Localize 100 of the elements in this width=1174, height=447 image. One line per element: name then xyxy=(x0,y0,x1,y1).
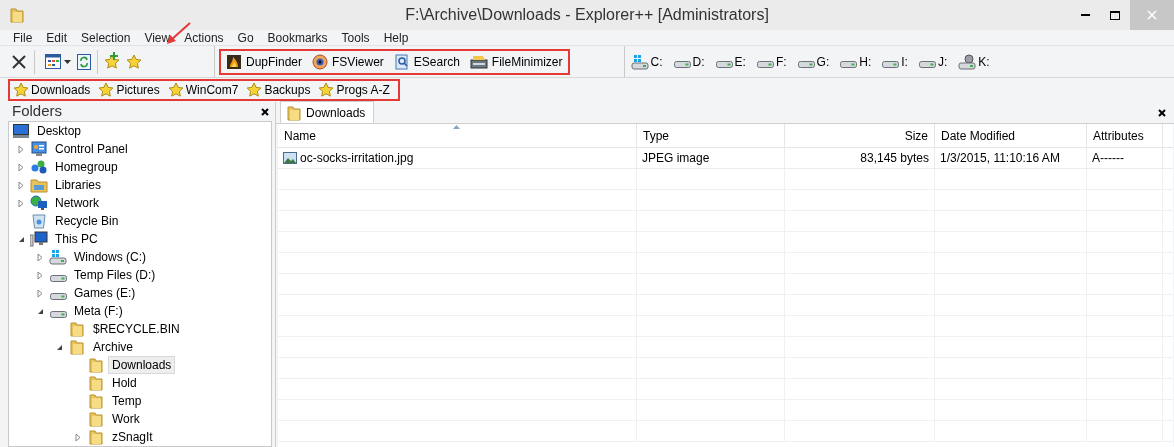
menu-item[interactable]: Actions xyxy=(177,28,231,47)
control-panel-icon xyxy=(31,141,47,157)
bookmark-button[interactable]: Pictures xyxy=(98,81,160,99)
maximize-icon xyxy=(1110,10,1120,20)
drive-button[interactable]: K: xyxy=(958,52,990,71)
folder-icon xyxy=(89,393,103,409)
image-file-icon xyxy=(283,152,297,164)
app-shortcut[interactable]: FSViewer xyxy=(312,52,384,71)
tree-item[interactable]: Control Panel xyxy=(51,140,132,158)
folder-icon xyxy=(287,104,301,121)
tree-item[interactable]: Temp Files (D:) xyxy=(70,266,160,284)
drive-button[interactable]: H: xyxy=(840,52,872,71)
refresh-icon[interactable] xyxy=(77,53,91,70)
menu-item[interactable]: Go xyxy=(230,28,261,47)
app-shortcut[interactable]: FileMinimizer xyxy=(469,52,563,71)
bookmark-button[interactable]: Downloads xyxy=(13,81,91,99)
expand-arrow-icon[interactable] xyxy=(18,162,24,172)
tree-item[interactable]: Homegroup xyxy=(51,158,122,176)
drive-button[interactable]: G: xyxy=(797,52,830,71)
table-cell-text: 1/3/2015, 11:10:16 AM xyxy=(940,150,1060,167)
tree-item[interactable]: Recycle Bin xyxy=(51,212,123,230)
expand-arrow-icon[interactable] xyxy=(37,270,43,280)
close-icon[interactable] xyxy=(261,107,269,116)
recycle-bin-icon xyxy=(31,213,47,229)
star-icon xyxy=(98,82,115,98)
tree-item[interactable]: Windows (C:) xyxy=(70,248,150,266)
collapse-arrow-icon[interactable] xyxy=(55,343,63,351)
window-title: F:\Archive\Downloads - Explorer++ [Administrators] xyxy=(405,5,769,25)
tree-item[interactable]: Libraries xyxy=(51,176,106,194)
drive-icon xyxy=(756,61,774,68)
drive-button[interactable]: D: xyxy=(673,52,705,71)
star-icon xyxy=(13,82,29,98)
drive-button[interactable]: C: xyxy=(630,52,663,71)
tree-item[interactable]: Desktop xyxy=(33,122,86,140)
tree-item[interactable]: Network xyxy=(51,194,103,212)
homegroup-icon xyxy=(30,159,48,175)
bookmark-button[interactable]: Backups xyxy=(246,81,311,99)
app-shortcut[interactable]: ESearch xyxy=(393,52,460,71)
tree-item[interactable]: zSnagIt xyxy=(108,428,157,446)
app-shortcut[interactable]: DupFinder xyxy=(226,52,303,71)
star-icon xyxy=(246,82,263,98)
tree-item[interactable]: Games (E:) xyxy=(70,284,140,302)
drive-button[interactable]: I: xyxy=(882,52,908,71)
view-grid-icon[interactable] xyxy=(45,54,71,69)
menu-item[interactable]: Bookmarks xyxy=(260,28,335,47)
folder-icon xyxy=(10,7,24,23)
eye-icon xyxy=(312,53,329,70)
tree-item[interactable]: Hold xyxy=(108,374,141,392)
tree-item[interactable]: $RECYCLE.BIN xyxy=(89,320,184,338)
drive-button[interactable]: E: xyxy=(715,52,746,71)
tree-item[interactable]: Temp xyxy=(108,392,146,410)
menu-item[interactable]: View xyxy=(137,28,178,47)
minimize-icon xyxy=(1080,14,1090,16)
column-header[interactable]: Type xyxy=(637,124,785,147)
plus-icon xyxy=(110,51,118,60)
close-icon[interactable] xyxy=(1158,109,1166,117)
drive-icon xyxy=(882,61,900,68)
windows-drive-icon xyxy=(630,53,649,70)
drive-icon xyxy=(673,61,691,68)
menu-item[interactable]: File xyxy=(6,28,40,47)
network-icon xyxy=(30,195,48,211)
tree-item[interactable]: Meta (F:) xyxy=(70,302,127,320)
desktop-icon xyxy=(13,124,29,138)
star-icon xyxy=(126,53,142,70)
menu-item[interactable]: Tools xyxy=(334,28,377,47)
tab[interactable]: Downloads xyxy=(280,101,375,123)
bookmarks-icon[interactable] xyxy=(126,53,142,70)
drive-icon xyxy=(797,61,815,68)
drive-button[interactable]: J: xyxy=(918,52,948,71)
collapse-arrow-icon[interactable] xyxy=(36,307,44,315)
menu-item[interactable]: Help xyxy=(376,28,416,47)
expand-arrow-icon[interactable] xyxy=(18,144,24,154)
star-icon xyxy=(167,82,184,98)
drive-icon xyxy=(49,274,67,282)
collapse-arrow-icon[interactable] xyxy=(17,235,25,243)
folder-icon xyxy=(89,411,103,427)
menu-item[interactable]: Edit xyxy=(39,28,75,47)
bookmark-button[interactable]: Progs A-Z xyxy=(318,81,390,99)
expand-arrow-icon[interactable] xyxy=(18,180,24,190)
bookmark-button[interactable]: WinCom7 xyxy=(167,81,239,99)
computer-icon xyxy=(30,231,48,247)
menu-item[interactable]: Selection xyxy=(74,28,138,47)
column-header[interactable]: Attributes xyxy=(1087,124,1163,147)
close-icon[interactable] xyxy=(10,52,28,71)
expand-arrow-icon[interactable] xyxy=(18,198,24,208)
drive-button[interactable]: F: xyxy=(756,52,787,71)
add-bookmark-icon[interactable] xyxy=(104,53,120,70)
tree-item[interactable]: Work xyxy=(108,410,144,428)
expand-arrow-icon[interactable] xyxy=(37,288,43,298)
drive-icon xyxy=(49,310,67,318)
expand-arrow-icon[interactable] xyxy=(75,432,81,442)
column-header[interactable]: Date Modified xyxy=(935,124,1087,147)
column-header[interactable]: Size xyxy=(785,124,935,147)
libraries-icon xyxy=(30,177,48,193)
tree-item[interactable]: Archive xyxy=(89,338,137,356)
tree-item[interactable]: This PC xyxy=(51,230,102,248)
tree-item[interactable]: Downloads xyxy=(108,356,176,374)
folder-icon xyxy=(89,357,103,373)
file-name[interactable]: oc-socks-irritation.jpg xyxy=(300,149,414,167)
expand-arrow-icon[interactable] xyxy=(37,252,43,262)
